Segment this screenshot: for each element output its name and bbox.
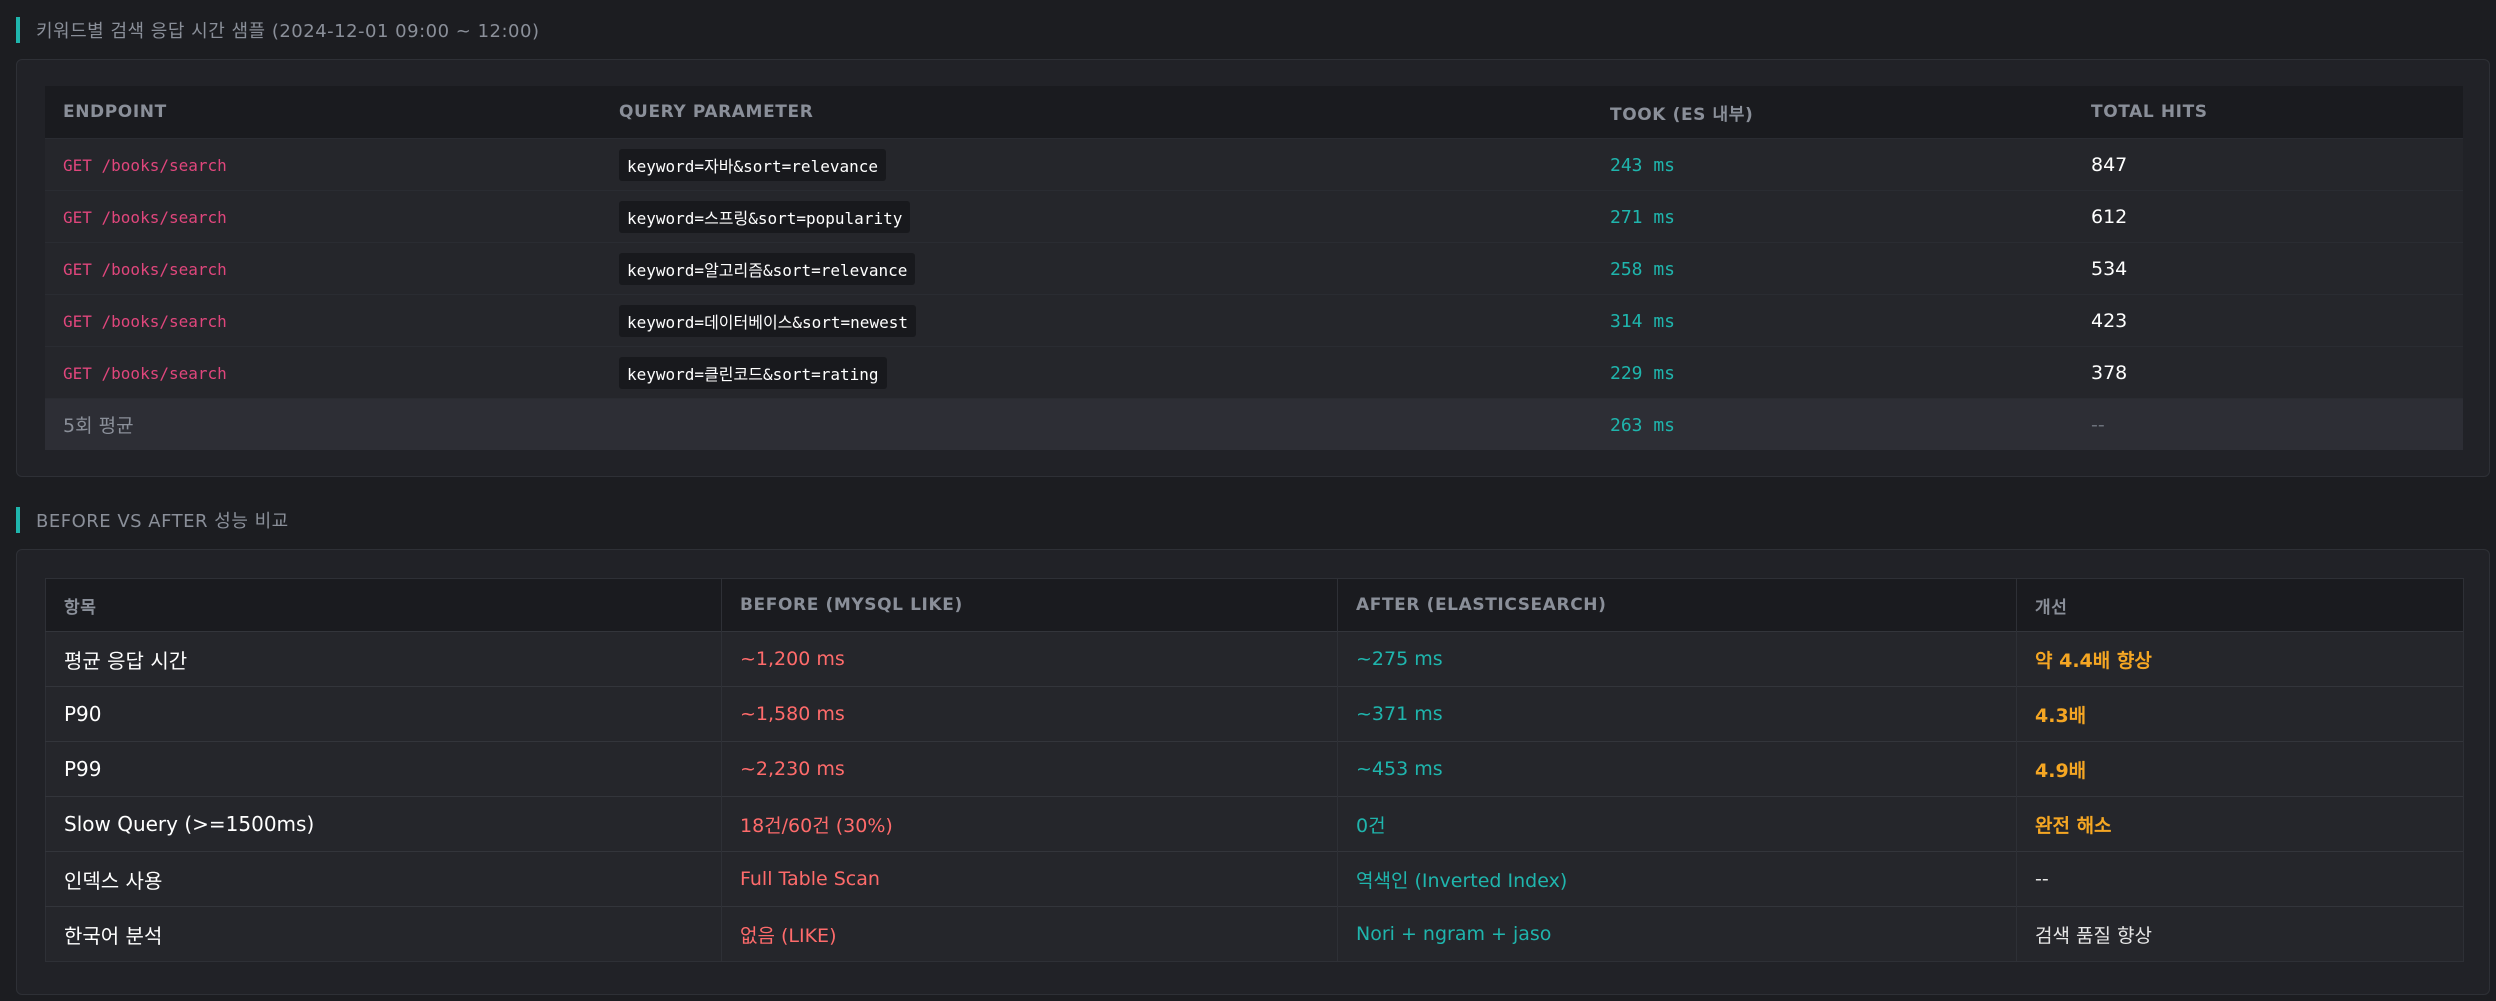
total-hits-cell: 612 — [2091, 205, 2128, 228]
item-cell: Slow Query (>=1500ms) — [45, 796, 722, 852]
section-title-response-samples: 키워드별 검색 응답 시간 샘플 (2024-12-01 09:00 ~ 12:… — [16, 17, 539, 43]
after-cell: ~453 ms — [1337, 741, 2017, 797]
table-row: 평균 응답 시간 ~1,200 ms ~275 ms 약 4.4배 향상 — [45, 631, 2464, 687]
endpoint-cell: GET /books/search — [63, 207, 227, 227]
improvement-cell: 검색 품질 향상 — [2016, 906, 2464, 962]
took-cell: 243 ms — [1610, 154, 1676, 176]
section-title-before-after: BEFORE VS AFTER 성능 비교 — [16, 507, 289, 533]
endpoint-cell: GET /books/search — [63, 259, 227, 279]
total-hits-cell: 378 — [2091, 361, 2128, 384]
before-cell: Full Table Scan — [721, 851, 1338, 907]
total-hits-cell: 847 — [2091, 153, 2128, 176]
endpoint-cell: GET /books/search — [63, 155, 227, 175]
before-cell: ~2,230 ms — [721, 741, 1338, 797]
item-cell: 평균 응답 시간 — [45, 631, 722, 687]
before-cell: ~1,580 ms — [721, 686, 1338, 742]
table-row: GET /books/search keyword=클린코드&sort=rati… — [45, 346, 2463, 399]
after-cell: Nori + ngram + jaso — [1337, 906, 2017, 962]
before-after-panel: 항목 BEFORE (MYSQL LIKE) AFTER (ELASTICSEA… — [16, 549, 2490, 995]
improvement-cell: 4.3배 — [2016, 686, 2464, 742]
after-cell: ~275 ms — [1337, 631, 2017, 687]
column-header-took: TOOK (ES 내부) — [1610, 104, 1754, 125]
item-cell: 한국어 분석 — [45, 906, 722, 962]
after-cell: ~371 ms — [1337, 686, 2017, 742]
query-parameter-cell: keyword=클린코드&sort=rating — [619, 356, 887, 389]
average-row: 5회 평균 263 ms -- — [45, 398, 2463, 450]
improvement-cell: -- — [2016, 851, 2464, 907]
response-samples-panel: ENDPOINT QUERY PARAMETER TOOK (ES 내부) TO… — [16, 59, 2490, 477]
improvement-cell: 완전 해소 — [2016, 796, 2464, 852]
after-cell: 0건 — [1337, 796, 2017, 852]
column-header-improvement: 개선 — [2016, 578, 2464, 632]
took-cell: 258 ms — [1610, 258, 1676, 280]
table-row: 인덱스 사용 Full Table Scan 역색인 (Inverted Ind… — [45, 851, 2464, 907]
after-cell: 역색인 (Inverted Index) — [1337, 851, 2017, 907]
query-parameter-cell: keyword=알고리즘&sort=relevance — [619, 252, 916, 285]
item-cell: P90 — [45, 686, 722, 742]
table-row: GET /books/search keyword=알고리즘&sort=rele… — [45, 242, 2463, 295]
improvement-cell: 4.9배 — [2016, 741, 2464, 797]
column-header-before: BEFORE (MYSQL LIKE) — [721, 578, 1338, 632]
before-cell: 18건/60건 (30%) — [721, 796, 1338, 852]
table-row: Slow Query (>=1500ms) 18건/60건 (30%) 0건 완… — [45, 796, 2464, 852]
table-row: P99 ~2,230 ms ~453 ms 4.9배 — [45, 741, 2464, 797]
total-hits-cell: 534 — [2091, 257, 2128, 280]
table-row: 한국어 분석 없음 (LIKE) Nori + ngram + jaso 검색 … — [45, 906, 2464, 962]
average-hits: -- — [2091, 413, 2105, 436]
table-row: GET /books/search keyword=데이터베이스&sort=ne… — [45, 294, 2463, 347]
table-row: GET /books/search keyword=자바&sort=releva… — [45, 138, 2463, 191]
column-header-after: AFTER (ELASTICSEARCH) — [1337, 578, 2017, 632]
column-header-endpoint: ENDPOINT — [63, 102, 167, 122]
total-hits-cell: 423 — [2091, 309, 2128, 332]
before-after-table: 항목 BEFORE (MYSQL LIKE) AFTER (ELASTICSEA… — [45, 578, 2464, 962]
table-row: P90 ~1,580 ms ~371 ms 4.3배 — [45, 686, 2464, 742]
query-parameter-cell: keyword=데이터베이스&sort=newest — [619, 304, 916, 337]
table-header-row: ENDPOINT QUERY PARAMETER TOOK (ES 내부) TO… — [45, 86, 2463, 139]
improvement-cell: 약 4.4배 향상 — [2016, 631, 2464, 687]
endpoint-cell: GET /books/search — [63, 363, 227, 383]
column-header-item: 항목 — [45, 578, 722, 632]
query-parameter-cell: keyword=스프링&sort=popularity — [619, 200, 911, 233]
took-cell: 271 ms — [1610, 206, 1676, 228]
took-cell: 314 ms — [1610, 310, 1676, 332]
item-cell: 인덱스 사용 — [45, 851, 722, 907]
average-label: 5회 평균 — [63, 415, 134, 437]
query-parameter-cell: keyword=자바&sort=relevance — [619, 148, 886, 181]
endpoint-cell: GET /books/search — [63, 311, 227, 331]
column-header-query-parameter: QUERY PARAMETER — [619, 102, 814, 122]
response-samples-table: ENDPOINT QUERY PARAMETER TOOK (ES 내부) TO… — [45, 86, 2463, 450]
table-row: GET /books/search keyword=스프링&sort=popul… — [45, 190, 2463, 243]
item-cell: P99 — [45, 741, 722, 797]
column-header-total-hits: TOTAL HITS — [2091, 102, 2208, 122]
average-took: 263 ms — [1610, 414, 1676, 436]
before-cell: 없음 (LIKE) — [721, 906, 1338, 962]
took-cell: 229 ms — [1610, 362, 1676, 384]
before-cell: ~1,200 ms — [721, 631, 1338, 687]
table-header-row: 항목 BEFORE (MYSQL LIKE) AFTER (ELASTICSEA… — [45, 578, 2464, 632]
